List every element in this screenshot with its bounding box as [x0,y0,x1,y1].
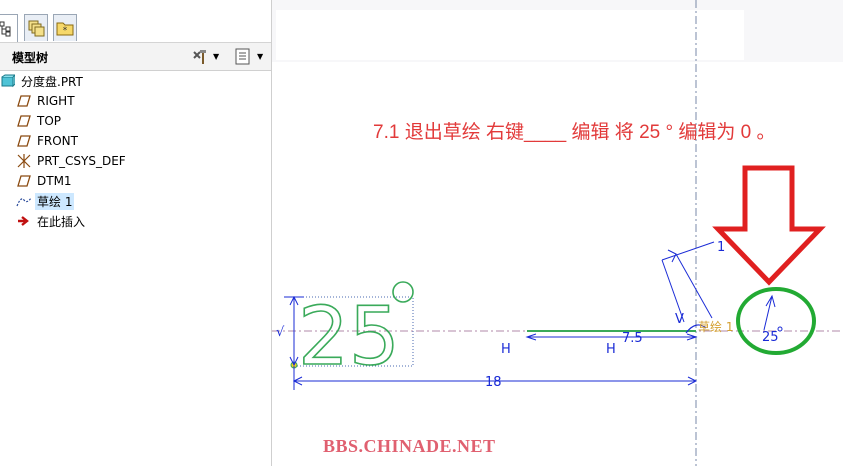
graphics-window[interactable]: 25 √ H H 7.5 18 1 V 25 草绘 1 [272,0,843,466]
instruction-note: 7.1 退出草绘 右键____ 编辑 将 25 ° 编辑为 0 。 [373,122,776,143]
tree-settings-button[interactable]: ▼ [191,47,219,66]
tree-settings-icon [193,49,206,64]
datum-plane-icon [16,93,32,109]
svg-text:*: * [63,26,68,36]
tree-item-label: DTM1 [37,174,72,188]
dim-v-mark: V [675,312,684,327]
dim-angle-value[interactable]: 25 [762,330,779,345]
datum-plane-icon [16,113,32,129]
tree-columns-button[interactable]: ▼ [235,47,263,66]
dim-angle-degree [777,326,783,332]
tree-item-right[interactable]: RIGHT [16,92,77,110]
dim-1-arrow [667,249,677,263]
model-tree-icon [0,21,11,36]
chevron-down-icon: ▼ [213,52,220,61]
model-tree-panel: * 模型树 ▼ ▼ 分度盘.PRT RIGHT TOP FRONT PRT_CS… [0,0,272,466]
favorites-folder-icon: * [56,22,74,36]
dim-angle-ext [763,295,773,331]
tree-item-label: FRONT [37,134,78,148]
tab-model-tree[interactable] [0,14,18,42]
tree-item-csys[interactable]: PRT_CSYS_DEF [16,152,128,170]
tree-item-label: PRT_CSYS_DEF [37,154,126,168]
tree-item-sketch[interactable]: 草绘 1 [16,192,75,210]
layer-tree-icon [28,20,45,37]
tree-item-insert-here[interactable]: 在此插入 [16,212,87,230]
tree-root[interactable]: 分度盘.PRT [0,72,85,90]
insert-here-arrow-icon [16,213,32,229]
tree-item-label: TOP [37,114,62,128]
tab-favorites[interactable]: * [53,14,77,41]
dim-1-ext-b [675,253,713,319]
dim-vertical-value[interactable]: √ [276,325,285,340]
panel-title: 模型树 [12,51,49,65]
sketch-text: 25 [298,290,400,383]
sketch-icon [16,193,32,209]
tree-header: 模型树 ▼ ▼ [0,43,271,71]
coordinate-system-icon [16,153,32,169]
sketch-label: 草绘 1 [698,319,733,334]
dim-h-mid: H [606,342,616,357]
sketch-canvas[interactable]: 25 √ H H 7.5 18 1 V 25 草绘 1 [272,0,843,466]
chevron-down-icon: ▼ [257,52,264,61]
tree-item-top[interactable]: TOP [16,112,63,130]
datum-plane-icon [16,173,32,189]
canvas-blank-area [276,10,744,60]
dim-h-left: H [501,342,511,357]
navigator-tabstrip: * [0,0,271,43]
datum-plane-icon [16,133,32,149]
part-icon [0,73,16,89]
tree-item-label: 在此插入 [37,214,86,229]
dim-1-value[interactable]: 1 [717,240,725,255]
tree-root-label: 分度盘.PRT [21,74,83,89]
tree-item-label: RIGHT [37,94,75,108]
dim-7-5-value[interactable]: 7.5 [622,331,643,346]
tree-columns-icon [235,48,250,64]
tree-item-dtm1[interactable]: DTM1 [16,172,74,190]
tree-item-front[interactable]: FRONT [16,132,80,150]
callout-down-arrow [712,165,826,286]
tab-layer-tree[interactable] [24,14,48,41]
tree-item-label: 草绘 1 [35,192,75,210]
watermark: BBS.CHINADE.NET [323,436,496,456]
dim-18-value[interactable]: 18 [485,375,502,390]
